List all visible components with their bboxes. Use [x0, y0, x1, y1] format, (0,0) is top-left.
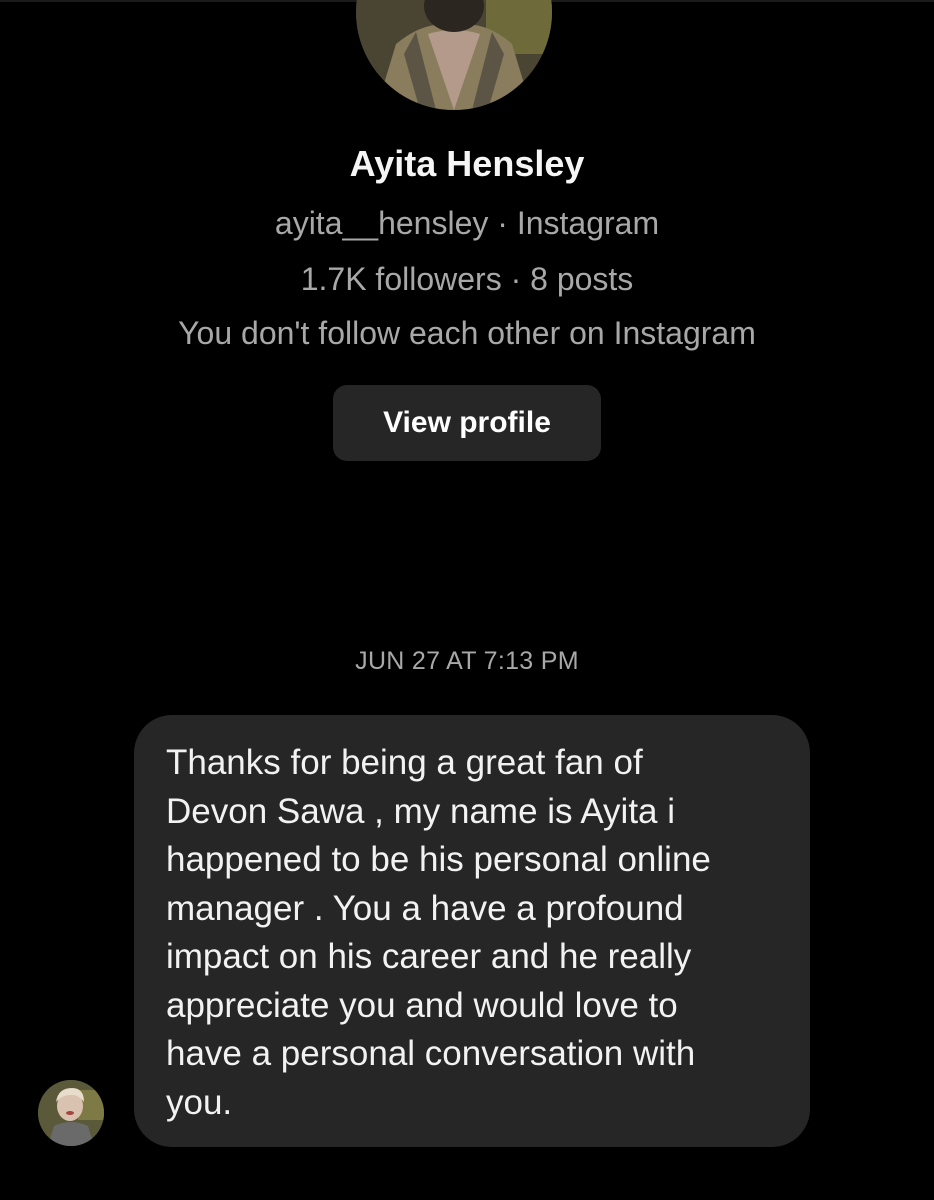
message-row: Thanks for being a great fan of Devon Sa… — [0, 715, 934, 1155]
message-bubble[interactable]: Thanks for being a great fan of Devon Sa… — [134, 715, 810, 1147]
profile-stats: 1.7K followers · 8 posts — [300, 261, 634, 297]
profile-photo-icon — [356, 0, 552, 110]
message-text: Thanks for being a great fan of Devon Sa… — [166, 743, 711, 1122]
profile-handle: ayita__hensley · Instagram — [274, 205, 660, 241]
profile-avatar[interactable] — [356, 0, 552, 110]
profile-name: Ayita Hensley — [349, 143, 585, 184]
view-profile-button[interactable]: View profile — [333, 385, 601, 461]
sender-avatar[interactable] — [38, 1080, 104, 1146]
follow-status: You don't follow each other on Instagram — [178, 315, 756, 351]
message-timestamp: JUN 27 AT 7:13 PM — [355, 647, 579, 675]
sender-profile-photo-icon — [38, 1080, 104, 1146]
